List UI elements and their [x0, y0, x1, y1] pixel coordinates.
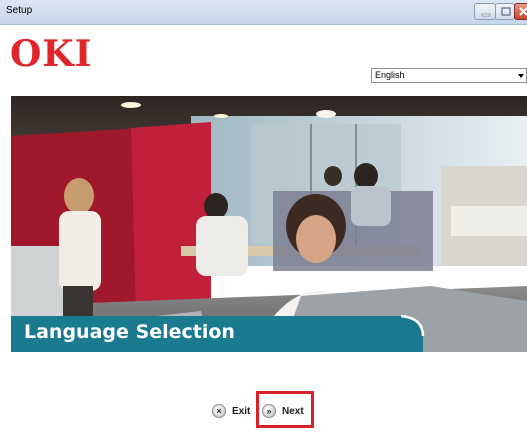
minimize-icon: [481, 13, 491, 17]
close-button[interactable]: [514, 3, 527, 20]
language-select-value: English: [375, 70, 405, 80]
next-button-highlight: [256, 391, 314, 428]
maximize-icon: [501, 7, 511, 16]
title-bar: Setup: [0, 0, 527, 25]
language-select[interactable]: English: [371, 68, 527, 83]
page-title: Language Selection: [24, 321, 235, 343]
chevron-down-icon: [518, 74, 524, 78]
banner-image: [11, 96, 527, 352]
close-circle-icon: ×: [212, 404, 226, 418]
oki-logo: OKI: [10, 33, 93, 75]
close-icon: [519, 7, 527, 16]
window-title: Setup: [6, 5, 33, 16]
minimize-button[interactable]: [474, 3, 496, 20]
exit-button[interactable]: × Exit: [212, 403, 250, 419]
exit-button-label: Exit: [232, 405, 251, 417]
maximize-button[interactable]: [495, 3, 515, 20]
